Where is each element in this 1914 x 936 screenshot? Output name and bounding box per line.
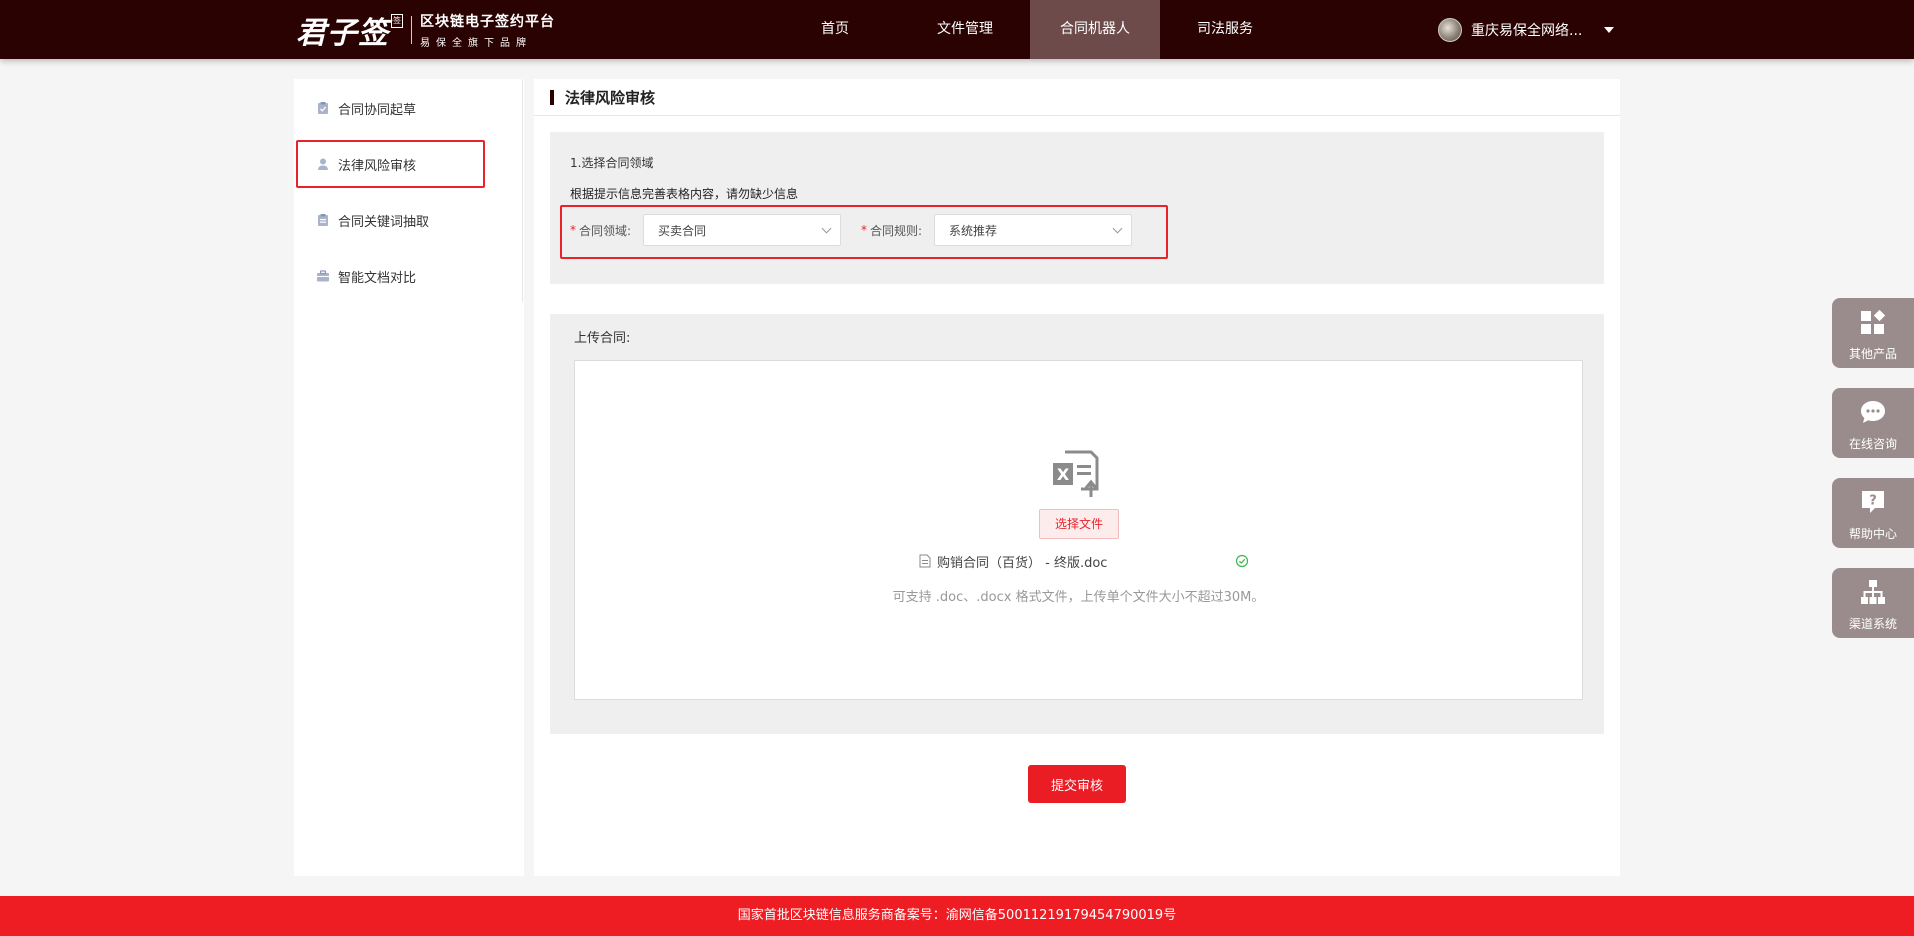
user-stamp-icon	[316, 157, 330, 171]
field-label: 合同领域:	[579, 223, 632, 238]
logo-seal: 签	[391, 14, 403, 28]
footer-record-text: 国家首批区块链信息服务商备案号：渝网信备50011219179454790019…	[737, 908, 1177, 923]
user-menu[interactable]: 重庆易保全网络...	[1438, 18, 1615, 42]
nav-file-management[interactable]: 文件管理	[900, 0, 1030, 59]
document-upload-icon: X	[1051, 449, 1103, 499]
user-name: 重庆易保全网络...	[1471, 23, 1583, 39]
contract-rule-field: * 合同规则: 系统推荐	[861, 214, 1133, 246]
logo-subtitle: 易保全旗下品牌	[420, 38, 532, 49]
contract-domain-section: 1.选择合同领域 根据提示信息完善表格内容，请勿缺少信息 * 合同领域: 买卖合…	[550, 132, 1604, 284]
top-nav-bar: 君子签 签 区块链电子签约平台 易保全旗下品牌 首页 文件管理 合同机器人 司法…	[0, 0, 1914, 59]
float-other-products[interactable]: 其他产品	[1832, 298, 1914, 368]
logo-text: 区块链电子签约平台 易保全旗下品牌	[420, 11, 555, 49]
logo-title: 区块链电子签约平台	[420, 14, 555, 30]
contract-rule-select[interactable]: 系统推荐	[934, 214, 1133, 246]
clipboard-check-icon	[316, 101, 330, 115]
sidebar-item-label: 合同协同起草	[338, 102, 417, 118]
upload-support-text: 可支持 .doc、.docx 格式文件，上传单个文件大小不超过30M。	[892, 590, 1265, 605]
brand-logo[interactable]: 君子签 签 区块链电子签约平台 易保全旗下品牌	[296, 11, 555, 51]
main-panel: 法律风险审核 1.选择合同领域 根据提示信息完善表格内容，请勿缺少信息 * 合同…	[534, 79, 1620, 876]
upload-section: 上传合同: X 选择文件 购销合同（百货） - 终版.doc 可支持 .doc、…	[550, 314, 1604, 734]
sidebar: 合同协同起草 法律风险审核 合同关键词抽取 智能文档对比	[294, 79, 524, 876]
select-value: 系统推荐	[949, 223, 998, 238]
nav-home[interactable]: 首页	[770, 0, 900, 59]
chevron-down-icon	[821, 223, 832, 233]
page-title-bar: 法律风险审核	[534, 79, 1620, 116]
hint-text: 根据提示信息完善表格内容，请勿缺少信息	[570, 187, 799, 201]
clipboard-list-icon	[316, 213, 330, 227]
file-icon	[919, 554, 931, 568]
float-help-center[interactable]: ? 帮助中心	[1832, 478, 1914, 548]
sidebar-item-label: 合同关键词抽取	[338, 214, 430, 230]
briefcase-icon	[316, 269, 330, 283]
sidebar-item-legal-risk-review[interactable]: 法律风险审核	[316, 153, 416, 175]
field-label: 合同规则:	[870, 223, 923, 238]
footer: 国家首批区块链信息服务商备案号：渝网信备50011219179454790019…	[0, 896, 1914, 936]
main-nav: 首页 文件管理 合同机器人 司法服务	[770, 0, 1290, 59]
sitemap-icon	[1861, 580, 1885, 604]
contract-domain-field: * 合同领域: 买卖合同	[570, 214, 842, 246]
svg-text:?: ?	[1869, 494, 1877, 509]
required-mark: *	[861, 223, 867, 237]
nav-judicial-service[interactable]: 司法服务	[1160, 0, 1290, 59]
float-label: 在线咨询	[1848, 437, 1897, 451]
file-name: 购销合同（百货） - 终版.doc	[937, 555, 1108, 571]
select-value: 买卖合同	[658, 223, 707, 238]
sidebar-item-doc-compare[interactable]: 智能文档对比	[316, 265, 416, 287]
sidebar-divider	[522, 79, 523, 302]
float-label: 帮助中心	[1848, 527, 1897, 541]
step-title: 1.选择合同领域	[570, 156, 654, 170]
sidebar-item-label: 智能文档对比	[338, 270, 417, 286]
contract-domain-select[interactable]: 买卖合同	[643, 214, 842, 246]
svg-text:X: X	[1057, 465, 1070, 484]
logo-divider	[411, 16, 412, 44]
sidebar-item-keyword-extraction[interactable]: 合同关键词抽取	[316, 209, 429, 231]
uploaded-file-item: 购销合同（百货） - 终版.doc	[919, 551, 1249, 571]
choose-file-button[interactable]: 选择文件	[1039, 509, 1119, 539]
caret-down-icon	[1604, 27, 1615, 33]
upload-dropzone[interactable]: X 选择文件 购销合同（百货） - 终版.doc 可支持 .doc、.docx …	[574, 360, 1583, 700]
chevron-down-icon	[1112, 223, 1123, 233]
logo-mark: 君子签	[296, 16, 389, 51]
float-label: 渠道系统	[1848, 617, 1897, 631]
required-mark: *	[570, 223, 576, 237]
grid-icon	[1861, 309, 1886, 334]
float-channel-system[interactable]: 渠道系统	[1832, 568, 1914, 638]
float-label: 其他产品	[1848, 347, 1897, 361]
chat-icon	[1861, 401, 1885, 423]
title-accent-mark	[550, 90, 554, 105]
sidebar-item-label: 法律风险审核	[338, 158, 417, 174]
page-title: 法律风险审核	[565, 89, 656, 107]
avatar	[1438, 18, 1462, 42]
submit-review-button[interactable]: 提交审核	[1028, 765, 1126, 803]
nav-contract-robot[interactable]: 合同机器人	[1030, 0, 1160, 59]
upload-label: 上传合同:	[574, 331, 631, 346]
sidebar-item-draft[interactable]: 合同协同起草	[316, 97, 416, 119]
float-online-consult[interactable]: 在线咨询	[1832, 388, 1914, 458]
check-circle-icon[interactable]	[1235, 554, 1249, 568]
help-icon: ?	[1862, 491, 1884, 513]
